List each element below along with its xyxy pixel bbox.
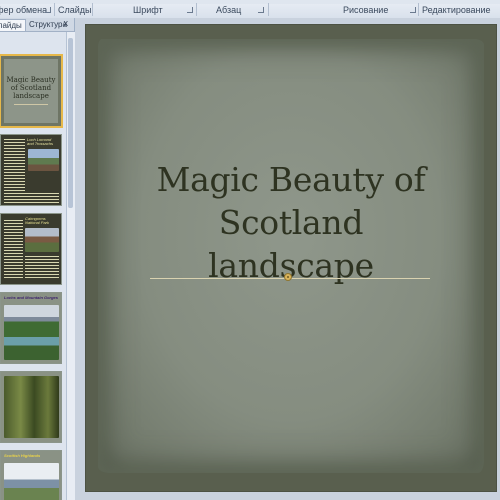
drawing-launcher-icon[interactable] xyxy=(410,7,416,13)
ribbon-group-labels: Буфер обмена Слайды Шрифт Абзац Рисовани… xyxy=(0,0,500,19)
forest-photo xyxy=(4,376,59,438)
scrollbar-thumb[interactable] xyxy=(68,38,73,208)
group-label-slides: Слайды xyxy=(58,5,92,15)
slide-thumbnail-2[interactable]: Loch Lomond and Trossachs xyxy=(1,135,61,205)
group-label-editing: Редактирование xyxy=(422,5,491,15)
slide-title-line-2: landscape xyxy=(208,245,374,285)
ribbon-separator xyxy=(196,3,197,16)
thumbnail-paper: Magic Beauty of Scotland landscape xyxy=(4,59,58,123)
slide-title[interactable]: Magic Beauty of Scotland landscape xyxy=(116,159,466,288)
landscape-photo xyxy=(28,149,59,171)
group-label-font: Шрифт xyxy=(133,5,163,15)
group-label-drawing: Рисование xyxy=(343,5,389,15)
ribbon-separator xyxy=(54,3,55,16)
landscape-photo xyxy=(25,228,59,252)
thumbnail-title: Magic Beauty of Scotland landscape xyxy=(6,76,56,100)
slide-thumbnail-5[interactable] xyxy=(1,372,61,442)
ribbon-separator xyxy=(268,3,269,16)
lake-photo xyxy=(4,305,59,360)
group-label-paragraph: Абзац xyxy=(216,5,242,15)
paragraph-launcher-icon[interactable] xyxy=(258,7,264,13)
thumbnail-caption: Scottish Highlands xyxy=(4,453,41,458)
thumbnail-text-block xyxy=(4,220,23,280)
highlands-photo xyxy=(4,463,59,500)
ribbon-separator xyxy=(92,3,93,16)
pane-tabs: Слайды Структура x xyxy=(0,18,74,32)
slide-thumbnail-6[interactable]: Scottish Highlands xyxy=(1,451,61,500)
slide-editor: Magic Beauty of Scotland landscape xyxy=(75,18,500,500)
thumbnail-text-block xyxy=(25,256,59,280)
ribbon-top-edge xyxy=(0,0,500,4)
slide-thumbnail-4[interactable]: Lochs and Mountain Gorges xyxy=(1,293,61,363)
pane-scrollbar[interactable] xyxy=(66,32,75,500)
close-pane-icon[interactable]: x xyxy=(64,18,69,28)
thumbnail-caption: Cairngorms National Park xyxy=(25,216,50,226)
slides-pane: Слайды Структура x Magic Beauty of Scotl… xyxy=(0,18,75,500)
slide-thumbnail-1[interactable]: Magic Beauty of Scotland landscape xyxy=(1,56,61,126)
ribbon-separator xyxy=(418,3,419,16)
thumbnail-caption: Loch Lomond and Trossachs xyxy=(27,137,53,147)
thumbnail-text-block xyxy=(4,193,59,203)
thumbnail-text-block xyxy=(4,139,25,191)
divider-ornament-icon xyxy=(284,273,292,281)
tab-slides[interactable]: Слайды xyxy=(0,19,26,31)
font-launcher-icon[interactable] xyxy=(187,7,193,13)
thumbnail-caption: Lochs and Mountain Gorges xyxy=(4,295,59,300)
slide-title-line-1: Magic Beauty of Scotland xyxy=(156,160,426,242)
thumbnail-list: Magic Beauty of Scotland landscape Loch … xyxy=(0,32,66,500)
slide-thumbnail-3[interactable]: Cairngorms National Park xyxy=(1,214,61,284)
clipboard-launcher-icon[interactable] xyxy=(45,7,51,13)
group-label-clipboard: Буфер обмена xyxy=(0,5,48,15)
current-slide[interactable]: Magic Beauty of Scotland landscape xyxy=(86,25,496,491)
thumbnail-divider xyxy=(14,103,48,105)
